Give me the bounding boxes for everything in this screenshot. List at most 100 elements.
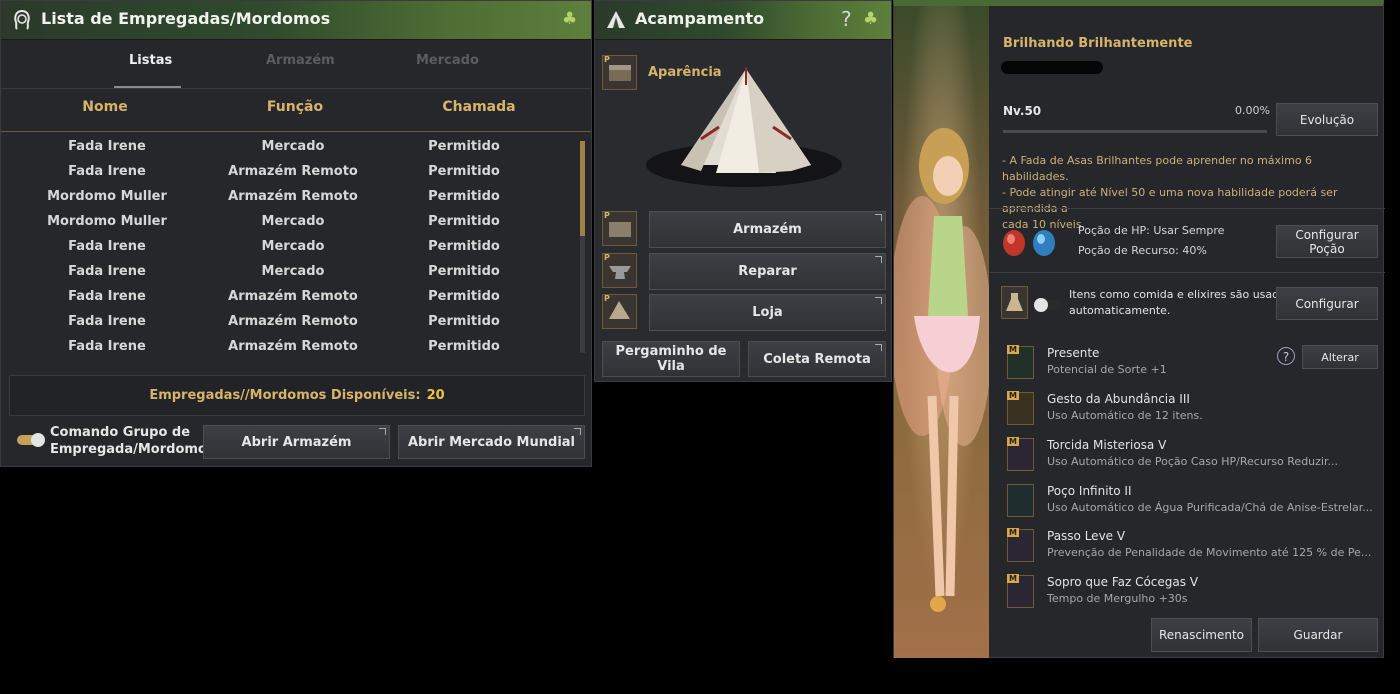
info-line-1: - A Fada de Asas Brilhantes pode aprende…: [1002, 154, 1313, 183]
cell-call: Permitido: [428, 164, 500, 179]
maid-list-title: Lista de Empregadas/Mordomos: [41, 9, 331, 28]
fairy-info-column: Brilhando Brilhantemente Nv.50 0.00% Evo…: [989, 6, 1385, 658]
column-header-call[interactable]: Chamada: [389, 99, 569, 115]
skill-desc: Uso Automático de Poção Caso HP/Recurso …: [1047, 455, 1338, 468]
tent-preview: [646, 67, 842, 187]
cell-call: Permitido: [428, 214, 500, 229]
auto-item-line-1: Itens como comida e elixires são usados: [1069, 288, 1292, 301]
shop-slot[interactable]: P: [602, 294, 637, 329]
info-line-2: - Pode atingir até Nível 50 e uma nova h…: [1002, 186, 1338, 215]
hp-potion-icon[interactable]: [1001, 224, 1027, 258]
skill-item[interactable]: M Torcida Misteriosa V Uso Automático de…: [1007, 434, 1377, 476]
camp-window: Acampamento ? ♣ P Aparência P Armazém P …: [594, 0, 892, 382]
skill-badge: M: [1007, 437, 1019, 446]
evolve-button[interactable]: Evolução: [1276, 103, 1378, 136]
table-row[interactable]: Mordomo Muller Armazém Remoto Permitido: [1, 185, 571, 209]
redacted-owner: [1001, 61, 1103, 74]
cell-name: Fada Irene: [68, 264, 146, 279]
skill-name: Torcida Misteriosa V: [1047, 438, 1167, 452]
skill-name: Presente: [1047, 346, 1100, 360]
skill-name: Poço Infinito II: [1047, 484, 1132, 498]
skill-item[interactable]: M Presente Potencial de Sorte +1: [1007, 342, 1377, 384]
table-row[interactable]: Fada Irene Armazém Remoto Permitido: [1, 310, 571, 334]
open-storage-button[interactable]: Abrir Armazém: [203, 425, 390, 459]
cell-function: Armazém Remoto: [228, 339, 358, 354]
column-header-name[interactable]: Nome: [15, 99, 195, 115]
column-header-function[interactable]: Função: [205, 99, 385, 115]
auto-item-slot[interactable]: [1001, 286, 1028, 319]
cell-call: Permitido: [428, 139, 500, 154]
village-scroll-button[interactable]: Pergaminho de Vila: [602, 341, 740, 377]
divider: [989, 272, 1385, 273]
cell-function: Mercado: [261, 214, 325, 229]
skill-desc: Tempo de Mergulho +30s: [1047, 592, 1188, 605]
skill-item[interactable]: M Gesto da Abundância III Uso Automático…: [1007, 388, 1377, 430]
help-icon[interactable]: ?: [841, 7, 852, 31]
table-row[interactable]: Fada Irene Armazém Remoto Permitido: [1, 285, 571, 309]
cell-call: Permitido: [428, 339, 500, 354]
table-row[interactable]: Fada Irene Armazém Remoto Permitido: [1, 335, 571, 359]
table-row[interactable]: Fada Irene Mercado Permitido: [1, 135, 571, 159]
group-command-toggle[interactable]: [17, 433, 45, 447]
store-label: Guardar: [1293, 628, 1343, 642]
auto-item-toggle[interactable]: [1034, 298, 1062, 312]
table-row[interactable]: Mordomo Muller Mercado Permitido: [1, 210, 571, 234]
cell-name: Fada Irene: [68, 314, 146, 329]
skill-item[interactable]: M Passo Leve V Prevenção de Penalidade d…: [1007, 525, 1377, 567]
cell-function: Armazém Remoto: [228, 314, 358, 329]
table-row[interactable]: Fada Irene Mercado Permitido: [1, 260, 571, 284]
table-row[interactable]: Fada Irene Mercado Permitido: [1, 235, 571, 259]
cell-function: Mercado: [261, 139, 325, 154]
skill-badge: M: [1007, 391, 1019, 400]
camp-storage-button[interactable]: Armazém: [649, 211, 886, 248]
cell-name: Fada Irene: [68, 239, 146, 254]
rebirth-button[interactable]: Renascimento: [1151, 618, 1252, 652]
scrollbar-thumb[interactable]: [580, 141, 585, 236]
repair-slot[interactable]: P: [602, 253, 637, 288]
clover-icon[interactable]: ♣: [562, 9, 577, 29]
cell-function: Armazém Remoto: [228, 289, 358, 304]
cell-name: Fada Irene: [68, 339, 146, 354]
tab-lists[interactable]: Listas: [129, 53, 172, 68]
cell-name: Mordomo Muller: [47, 214, 167, 229]
evolve-label: Evolução: [1299, 112, 1355, 127]
camp-titlebar[interactable]: Acampamento ? ♣: [595, 1, 891, 40]
tab-storage[interactable]: Armazém: [266, 53, 335, 68]
cell-function: Armazém Remoto: [228, 164, 358, 179]
auto-item-line-2: automaticamente.: [1069, 304, 1171, 317]
hp-potion-setting: Poção de HP: Usar Sempre: [1078, 224, 1225, 237]
table-scrollbar[interactable]: [580, 141, 585, 353]
divider: [989, 208, 1385, 209]
active-tab-indicator: [114, 86, 181, 88]
shop-button[interactable]: Loja: [649, 294, 886, 331]
cell-function: Armazém Remoto: [228, 189, 358, 204]
tab-market[interactable]: Mercado: [416, 53, 479, 68]
skill-badge: M: [1007, 345, 1019, 354]
appearance-slot[interactable]: P: [602, 55, 637, 90]
potion-skill-icon: M: [1007, 437, 1034, 471]
table-row[interactable]: Fada Irene Armazém Remoto Permitido: [1, 160, 571, 184]
tent-icon: [607, 11, 625, 28]
skill-name: Gesto da Abundância III: [1047, 392, 1190, 406]
remote-collect-label: Coleta Remota: [763, 351, 871, 367]
repair-button[interactable]: Reparar: [649, 253, 886, 290]
cell-call: Permitido: [428, 239, 500, 254]
clover-icon[interactable]: ♣: [863, 9, 878, 29]
store-button[interactable]: Guardar: [1258, 618, 1378, 652]
open-world-market-button[interactable]: Abrir Mercado Mundial: [398, 425, 585, 459]
resource-potion-icon[interactable]: [1031, 224, 1057, 258]
maid-list-titlebar[interactable]: Lista de Empregadas/Mordomos ♣: [1, 1, 591, 40]
clover-skill-icon: M: [1007, 345, 1034, 379]
available-label: Empregadas//Mordomos Disponíveis:: [149, 388, 421, 403]
configure-button[interactable]: Configurar: [1276, 287, 1378, 320]
storage-slot[interactable]: P: [602, 211, 637, 246]
skill-item[interactable]: M Sopro que Faz Cócegas V Tempo de Mergu…: [1007, 571, 1377, 613]
configure-potion-button[interactable]: Configurar Poção: [1276, 225, 1378, 258]
remote-collect-button[interactable]: Coleta Remota: [748, 341, 886, 377]
skill-item[interactable]: Poço Infinito II Uso Automático de Água …: [1007, 480, 1377, 522]
light-step-skill-icon: M: [1007, 528, 1034, 562]
fairy-window: Brilhando Brilhantemente Nv.50 0.00% Evo…: [893, 0, 1385, 658]
skill-desc: Prevenção de Penalidade de Movimento até…: [1047, 546, 1372, 559]
abundance-skill-icon: M: [1007, 391, 1034, 425]
maid-tabs: Listas Armazém Mercado: [1, 41, 591, 89]
